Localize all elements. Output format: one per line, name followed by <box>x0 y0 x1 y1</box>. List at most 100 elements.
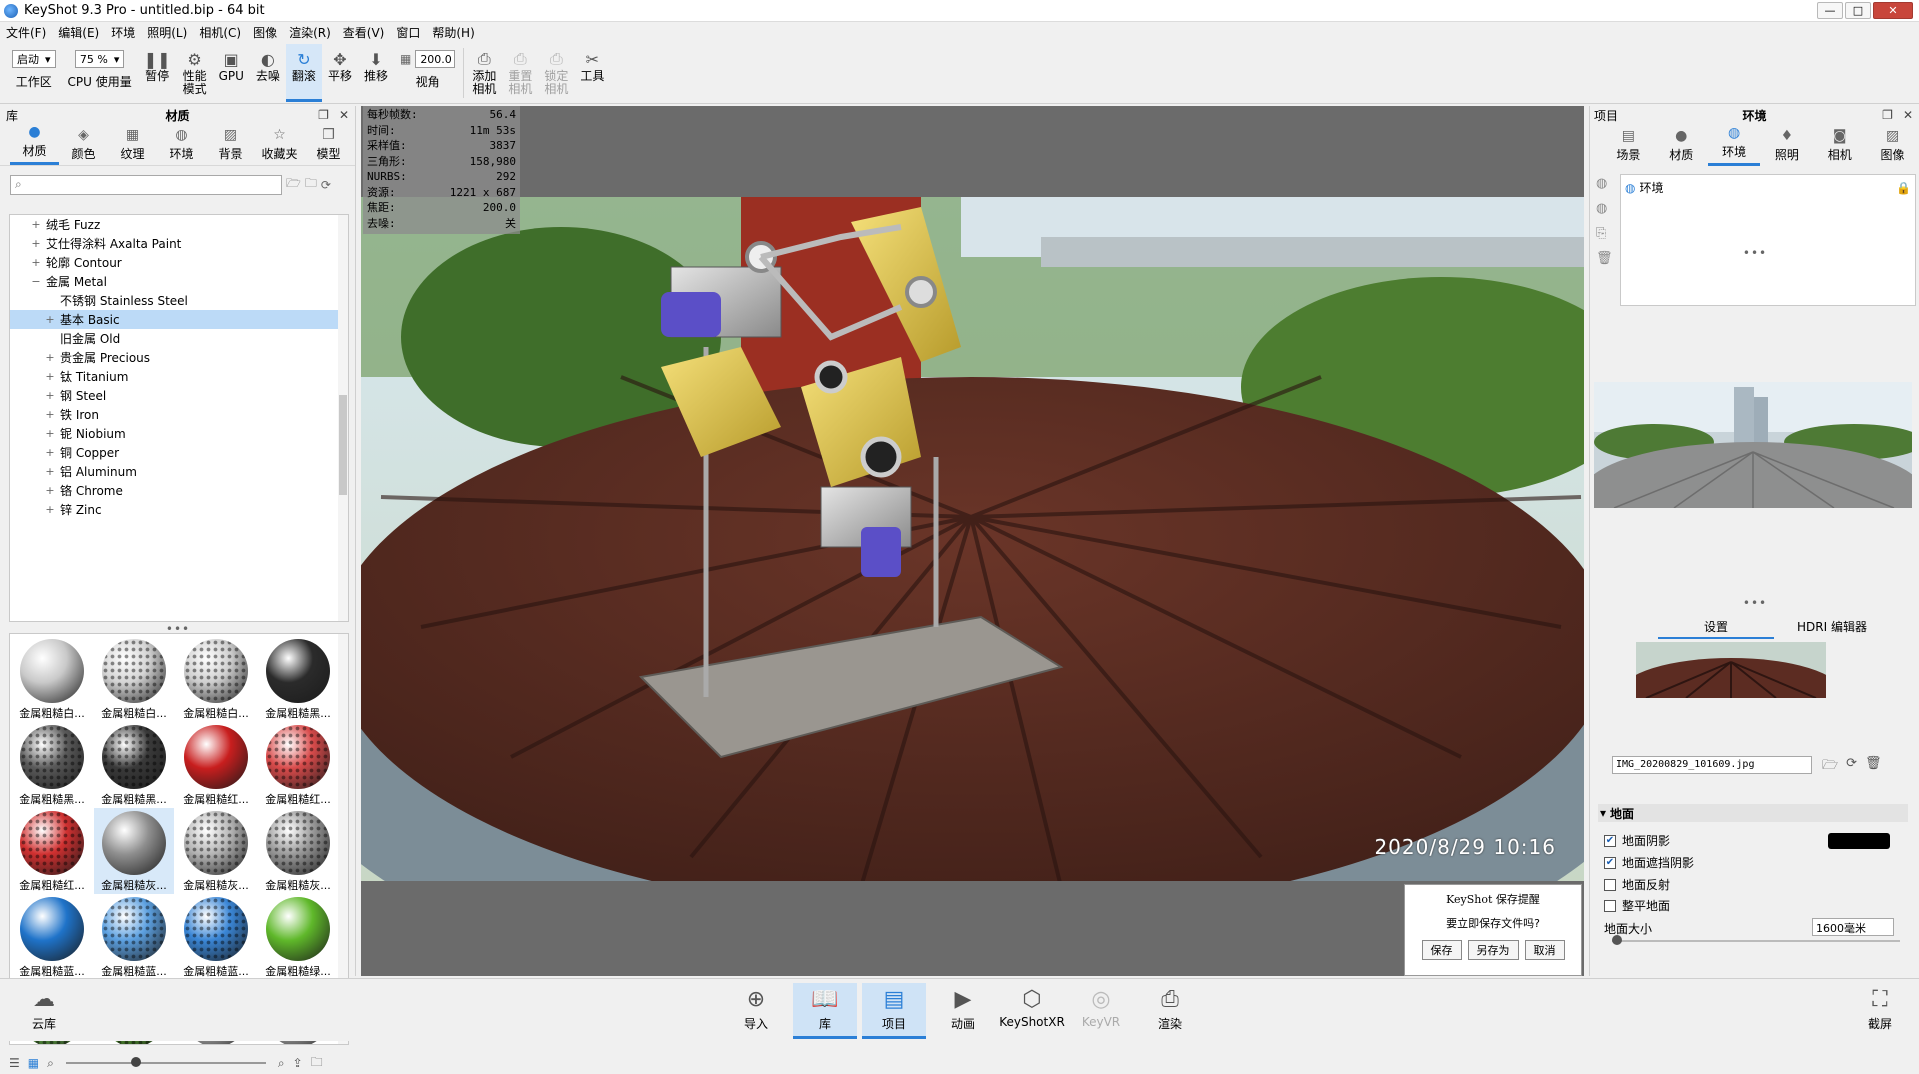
tree-item[interactable]: + 锌 Zinc <box>10 500 348 519</box>
environment-list-item[interactable]: ◍ 环境 🔒 <box>1621 175 1915 200</box>
splitter-dots[interactable]: ••• <box>1590 247 1919 259</box>
expand-icon[interactable]: + <box>30 256 42 269</box>
thumbnail-size-slider[interactable] <box>65 1057 266 1067</box>
performance-mode-button[interactable]: ⚙ 性能 模式 <box>177 44 213 102</box>
fov-input[interactable]: 200.0 <box>415 50 456 68</box>
tab-material[interactable]: ● 材质 <box>1655 128 1708 166</box>
tab-lighting[interactable]: ♦ 照明 <box>1760 128 1813 166</box>
panel-close-icon[interactable]: ✕ <box>339 108 349 122</box>
refresh-icon[interactable]: ⟳ <box>321 178 331 192</box>
expand-icon[interactable]: + <box>44 484 56 497</box>
expand-icon[interactable]: + <box>44 446 56 459</box>
ground-reflection-checkbox[interactable]: 地面反射 <box>1604 876 1670 893</box>
tree-item[interactable]: 不锈钢 Stainless Steel <box>10 291 348 310</box>
pause-button[interactable]: ❚❚ 暂停 <box>138 44 177 102</box>
cancel-button[interactable]: 取消 <box>1524 940 1565 960</box>
tumble-button[interactable]: ↻ 翻滚 <box>285 44 322 102</box>
flatten-ground-checkbox[interactable]: 整平地面 <box>1604 897 1670 914</box>
tree-item[interactable]: + 铌 Niobium <box>10 424 348 443</box>
material-thumbnail[interactable]: 金属粗糙白... <box>176 636 256 722</box>
trash-icon[interactable]: 🗑 <box>1865 756 1882 778</box>
menu-window[interactable]: 窗口 <box>390 24 426 41</box>
maximize-button[interactable]: □ <box>1845 2 1871 19</box>
cpu-usage-select[interactable]: 75 % ▾ <box>74 50 125 68</box>
expand-icon[interactable]: + <box>44 389 56 402</box>
tree-item[interactable]: + 铝 Aluminum <box>10 462 348 481</box>
background-file-field[interactable]: IMG_20200829_101609.jpg <box>1612 756 1812 774</box>
tree-item[interactable]: + 铁 Iron <box>10 405 348 424</box>
environment-copy-icon[interactable]: ⎘ <box>1596 226 1613 241</box>
expand-icon[interactable]: + <box>44 370 56 383</box>
animation-button[interactable]: ▶ 动画 <box>931 983 995 1039</box>
menu-view[interactable]: 查看(V) <box>337 24 391 41</box>
refresh-icon[interactable]: ⟳ <box>1846 756 1857 778</box>
material-thumbnail[interactable]: 金属粗糙灰... <box>258 808 338 894</box>
undock-icon[interactable]: ❐ <box>318 108 329 122</box>
material-thumbnail[interactable]: 金属粗糙红... <box>258 722 338 808</box>
library-toggle-button[interactable]: 📖 库 <box>793 983 857 1039</box>
menu-help[interactable]: 帮助(H) <box>426 24 480 41</box>
material-thumbnail[interactable]: 金属粗糙灰... <box>176 808 256 894</box>
library-search-input[interactable]: ⌕ <box>10 174 282 195</box>
tab-settings[interactable]: 设置 <box>1658 618 1774 639</box>
zoom-out-icon[interactable]: ⌕ <box>47 1056 54 1071</box>
material-thumbnail[interactable]: 金属粗糙红... <box>176 722 256 808</box>
expand-icon[interactable]: + <box>44 465 56 478</box>
material-thumbnail[interactable]: 金属粗糙黑... <box>94 722 174 808</box>
reset-camera-button[interactable]: ⎙ 重置 相机 <box>502 44 538 102</box>
material-thumbnail[interactable]: 金属粗糙灰... <box>94 808 174 894</box>
material-thumbnail[interactable]: 金属粗糙白... <box>94 636 174 722</box>
menu-camera[interactable]: 相机(C) <box>193 24 247 41</box>
keyshotxr-button[interactable]: ⬡ KeyShotXR <box>999 983 1065 1039</box>
gpu-button[interactable]: ▣ GPU <box>213 44 250 102</box>
tree-item[interactable]: + 基本 Basic <box>10 310 348 329</box>
lock-icon[interactable]: 🔒 <box>1896 181 1911 195</box>
material-thumbnail[interactable]: 金属粗糙黑... <box>258 636 338 722</box>
material-thumbnail[interactable]: 金属粗糙红... <box>12 808 92 894</box>
ground-shadow-checkbox[interactable]: ✔ 地面阴影 <box>1604 832 1670 849</box>
tab-camera[interactable]: ◙ 相机 <box>1813 128 1866 166</box>
menu-lighting[interactable]: 照明(L) <box>141 24 193 41</box>
ground-size-input[interactable]: 1600毫米 <box>1812 918 1894 936</box>
ground-section-header[interactable]: ▾ 地面 <box>1598 804 1908 822</box>
menu-file[interactable]: 文件(F) <box>0 24 52 41</box>
material-thumbnail[interactable]: 金属粗糙白... <box>12 636 92 722</box>
lock-camera-button[interactable]: ⎙ 锁定 相机 <box>538 44 574 102</box>
expand-icon[interactable]: + <box>44 427 56 440</box>
tree-item[interactable]: − 金属 Metal <box>10 272 348 291</box>
tab-image[interactable]: ▨ 图像 <box>1866 128 1919 166</box>
tab-textures[interactable]: ▦ 纹理 <box>108 127 157 165</box>
duplicate-environment-icon[interactable]: ◍ <box>1596 201 1613 216</box>
tab-colors[interactable]: ◈ 颜色 <box>59 127 108 165</box>
background-preview[interactable] <box>1636 642 1826 698</box>
cloud-library-button[interactable]: ☁ 云库 <box>12 983 76 1039</box>
undock-icon[interactable]: ❐ <box>1882 108 1893 122</box>
denoise-button[interactable]: ◐ 去噪 <box>250 44 286 102</box>
tree-scrollbar[interactable] <box>338 215 348 621</box>
checkbox-unchecked[interactable] <box>1604 899 1616 912</box>
tab-materials[interactable]: ● 材质 <box>10 124 59 165</box>
slider-knob[interactable] <box>1612 935 1622 945</box>
add-camera-button[interactable]: ⎙ 添加 相机 <box>466 44 502 102</box>
add-environment-icon[interactable]: ◍ <box>1596 176 1613 191</box>
folder-icon[interactable]: 🗀 <box>311 1053 323 1074</box>
panel-close-icon[interactable]: ✕ <box>1903 108 1913 122</box>
zoom-in-icon[interactable]: ⌕ <box>278 1056 285 1071</box>
tab-backplates[interactable]: ▨ 背景 <box>206 127 255 165</box>
material-thumbnail[interactable]: 金属粗糙蓝... <box>94 894 174 980</box>
screenshot-button[interactable]: ⛶ 截屏 <box>1848 983 1912 1039</box>
tab-hdri-editor[interactable]: HDRI 编辑器 <box>1774 618 1890 639</box>
menu-edit[interactable]: 编辑(E) <box>52 24 105 41</box>
collapse-icon[interactable]: − <box>30 275 42 288</box>
expand-icon[interactable]: + <box>44 503 56 516</box>
menu-environment[interactable]: 环境 <box>105 24 141 41</box>
cloud-upload-icon[interactable]: ⇪ <box>293 1056 303 1070</box>
folder-open-icon[interactable]: 🗁 <box>286 174 301 195</box>
tab-environment[interactable]: ◍ 环境 <box>1707 125 1761 166</box>
expand-icon[interactable]: + <box>30 218 42 231</box>
scrollbar-thumb[interactable] <box>339 395 347 495</box>
save-button[interactable]: 保存 <box>1421 940 1462 960</box>
tree-item[interactable]: + 钛 Titanium <box>10 367 348 386</box>
keyvr-button[interactable]: ◎ KeyVR <box>1069 983 1133 1039</box>
expand-icon[interactable]: + <box>44 408 56 421</box>
